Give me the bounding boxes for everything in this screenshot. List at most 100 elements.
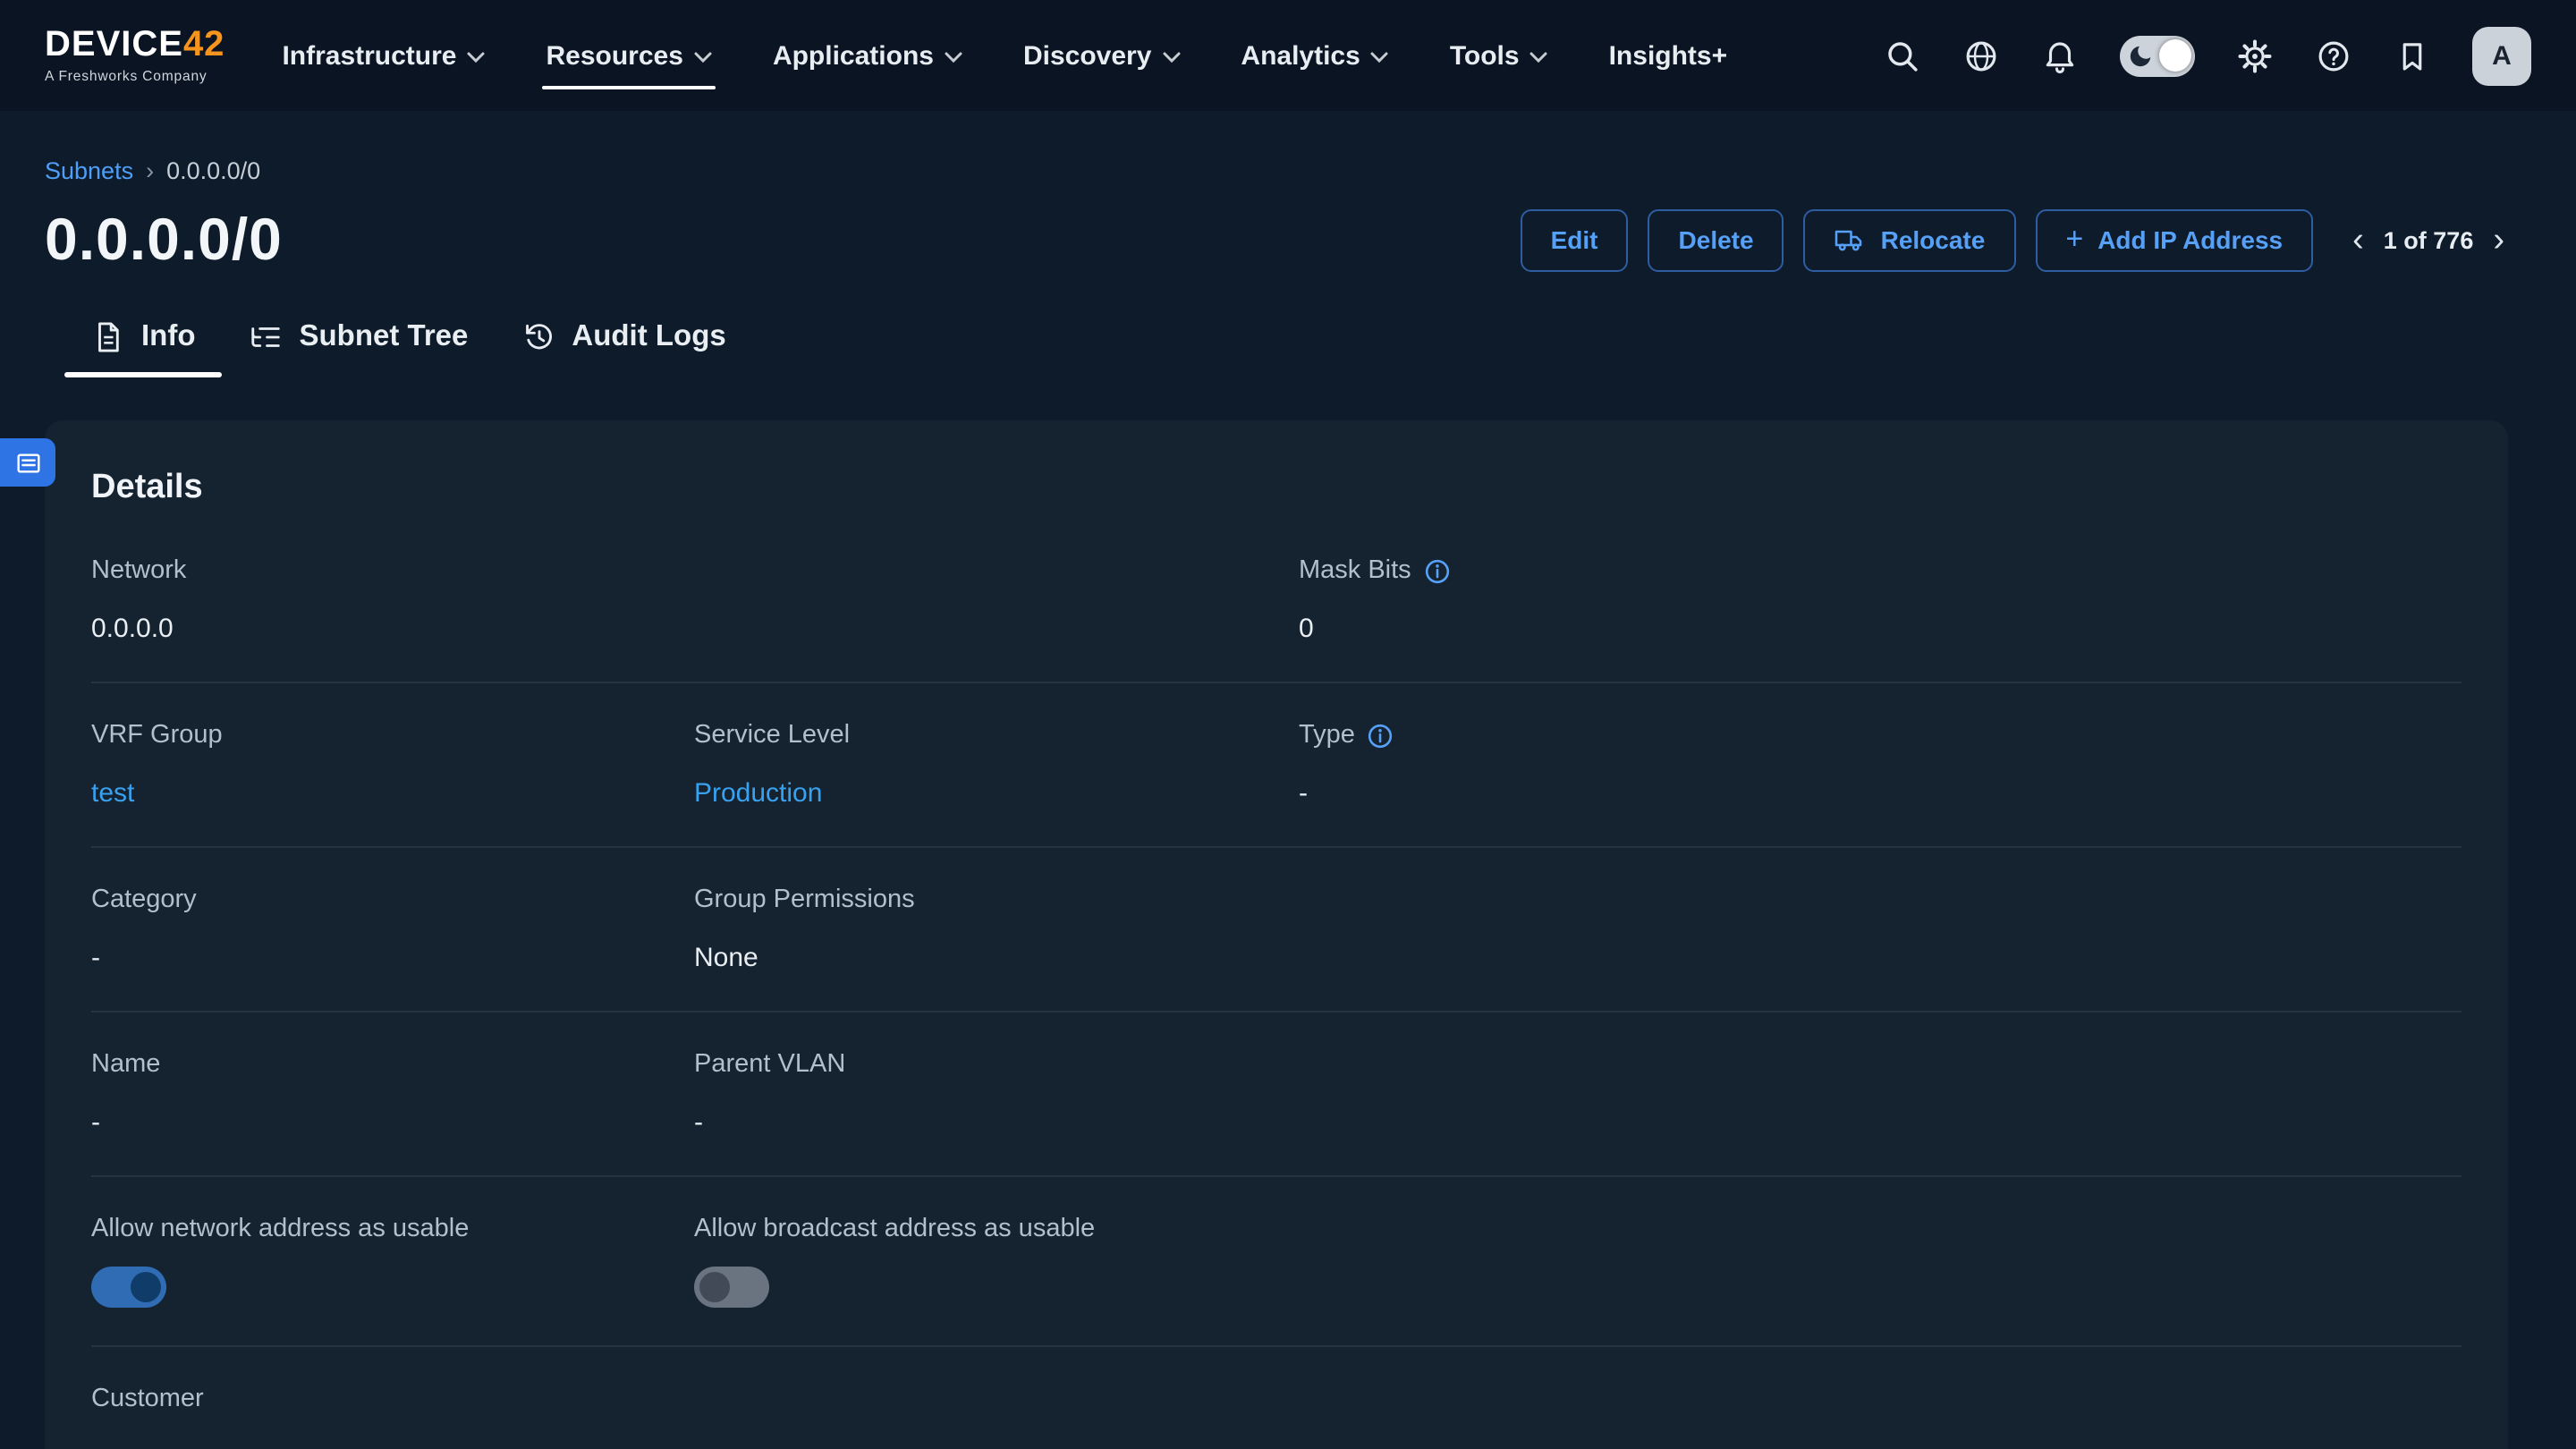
tab-info[interactable]: Info — [64, 320, 223, 377]
tab-info-label: Info — [141, 320, 196, 354]
field-name: Name - — [91, 1050, 694, 1138]
top-navbar: DEVICE42 A Freshworks Company Infrastruc… — [0, 0, 2576, 111]
details-row: Allow network address as usable Allow br… — [91, 1175, 2462, 1345]
help-icon[interactable] — [2315, 37, 2352, 74]
field-label: Type — [1299, 721, 2462, 750]
breadcrumb-subnets-link[interactable]: Subnets — [45, 157, 133, 184]
action-buttons: Edit Delete Relocate + Add IP Address — [1521, 208, 2314, 271]
tree-list-icon — [250, 320, 284, 354]
chevron-down-icon — [1162, 52, 1180, 63]
tab-audit-logs[interactable]: Audit Logs — [495, 320, 752, 377]
globe-icon[interactable] — [1962, 37, 2000, 74]
field-label: VRF Group — [91, 721, 694, 750]
field-allow-network-address: Allow network address as usable — [91, 1215, 694, 1308]
add-ip-address-button[interactable]: + Add IP Address — [2035, 208, 2313, 271]
record-pager: ‹ 1 of 776 › — [2349, 223, 2508, 257]
vrf-group-link[interactable]: test — [91, 778, 694, 809]
field-service-level: Service Level Production — [694, 721, 1299, 809]
relocate-label: Relocate — [1881, 225, 1986, 254]
field-label: Allow network address as usable — [91, 1215, 694, 1243]
nav-label: Tools — [1450, 40, 1520, 71]
details-row: VRF Group test Service Level Production … — [91, 682, 2462, 846]
service-level-link[interactable]: Production — [694, 778, 1299, 809]
info-icon[interactable] — [1368, 722, 1394, 749]
tab-bar: Info Subnet Tree Audit Logs — [45, 320, 2508, 377]
nav-item-infrastructure[interactable]: Infrastructure — [278, 22, 488, 89]
chevron-down-icon — [1371, 52, 1389, 63]
search-icon[interactable] — [1884, 37, 1921, 74]
navbar-utilities: A — [1884, 26, 2531, 85]
nav-label: Resources — [547, 40, 683, 71]
allow-broadcast-address-toggle[interactable] — [694, 1267, 769, 1308]
pager-position: 1 of 776 — [2384, 226, 2474, 253]
plus-icon: + — [2065, 224, 2083, 254]
brand-name: DEVICE42 — [45, 27, 225, 63]
delete-label: Delete — [1679, 225, 1754, 254]
breadcrumb-separator: › — [146, 157, 154, 184]
settings-gear-icon[interactable] — [2236, 37, 2274, 74]
nav-item-analytics[interactable]: Analytics — [1237, 22, 1392, 89]
tab-audit-logs-label: Audit Logs — [572, 320, 725, 354]
nav-item-tools[interactable]: Tools — [1446, 22, 1552, 89]
nav-item-insights[interactable]: Insights+ — [1606, 22, 1732, 89]
breadcrumb-current: 0.0.0.0/0 — [166, 157, 260, 184]
nav-label: Discovery — [1023, 40, 1151, 71]
bookmark-icon[interactable] — [2394, 37, 2431, 74]
field-value: - — [91, 1107, 694, 1138]
previous-record-chevron-icon[interactable]: ‹ — [2349, 223, 2368, 257]
nav-item-resources[interactable]: Resources — [543, 22, 716, 89]
edit-label: Edit — [1551, 225, 1598, 254]
field-label: Parent VLAN — [694, 1050, 1299, 1079]
field-label: Category — [91, 886, 694, 914]
moon-icon — [2127, 42, 2154, 69]
details-card: Details Network 0.0.0.0 Mask Bits 0 VRF … — [45, 420, 2508, 1449]
next-record-chevron-icon[interactable]: › — [2489, 223, 2508, 257]
chevron-down-icon — [468, 52, 486, 63]
field-label: Mask Bits — [1299, 556, 2462, 585]
field-parent-vlan: Parent VLAN - — [694, 1050, 1299, 1138]
details-heading: Details — [91, 469, 2462, 508]
document-icon — [91, 320, 125, 354]
notifications-bell-icon[interactable] — [2041, 37, 2079, 74]
details-row: Network 0.0.0.0 Mask Bits 0 — [91, 519, 2462, 682]
allow-network-address-toggle[interactable] — [91, 1267, 166, 1308]
edit-button[interactable]: Edit — [1521, 208, 1629, 271]
breadcrumb: Subnets › 0.0.0.0/0 — [45, 157, 2508, 184]
chevron-down-icon — [945, 52, 962, 63]
field-value: - — [1299, 778, 2462, 809]
history-clock-icon — [521, 320, 555, 354]
toggle-knob — [699, 1272, 730, 1302]
field-value: 0 — [1299, 614, 2462, 644]
nav-label: Insights+ — [1609, 40, 1728, 71]
panel-list-icon — [13, 448, 42, 477]
dark-mode-toggle[interactable] — [2120, 35, 2195, 76]
side-panel-flyout-button[interactable] — [0, 438, 55, 487]
field-allow-broadcast-address: Allow broadcast address as usable — [694, 1215, 1299, 1308]
details-row: Category - Group Permissions None — [91, 846, 2462, 1011]
page-header: Subnets › 0.0.0.0/0 0.0.0.0/0 Edit Delet… — [0, 111, 2576, 377]
relocate-button[interactable]: Relocate — [1804, 208, 2016, 271]
field-label: Customer — [91, 1385, 694, 1413]
toggle-knob — [131, 1272, 161, 1302]
brand-main: DEVICE — [45, 25, 183, 64]
field-network: Network 0.0.0.0 — [91, 556, 694, 644]
delete-button[interactable]: Delete — [1648, 208, 1784, 271]
add-ip-label: Add IP Address — [2097, 225, 2283, 254]
field-value: None — [694, 943, 1299, 973]
field-customer: Customer — [91, 1385, 694, 1413]
user-avatar[interactable]: A — [2472, 26, 2531, 85]
nav-item-discovery[interactable]: Discovery — [1020, 22, 1183, 89]
field-label: Allow broadcast address as usable — [694, 1215, 1299, 1243]
tab-subnet-tree[interactable]: Subnet Tree — [223, 320, 496, 377]
info-icon[interactable] — [1424, 557, 1451, 584]
details-row: Name - Parent VLAN - — [91, 1011, 2462, 1175]
nav-item-applications[interactable]: Applications — [769, 22, 966, 89]
brand-accent: 42 — [183, 25, 225, 64]
device42-logo[interactable]: DEVICE42 A Freshworks Company — [45, 27, 225, 84]
field-value: - — [694, 1107, 1299, 1138]
chevron-down-icon — [694, 52, 712, 63]
app-viewport: DEVICE42 A Freshworks Company Infrastruc… — [0, 0, 2576, 1449]
main-nav: Infrastructure Resources Applications Di… — [278, 0, 1731, 111]
tab-subnet-tree-label: Subnet Tree — [300, 320, 469, 354]
field-category: Category - — [91, 886, 694, 973]
